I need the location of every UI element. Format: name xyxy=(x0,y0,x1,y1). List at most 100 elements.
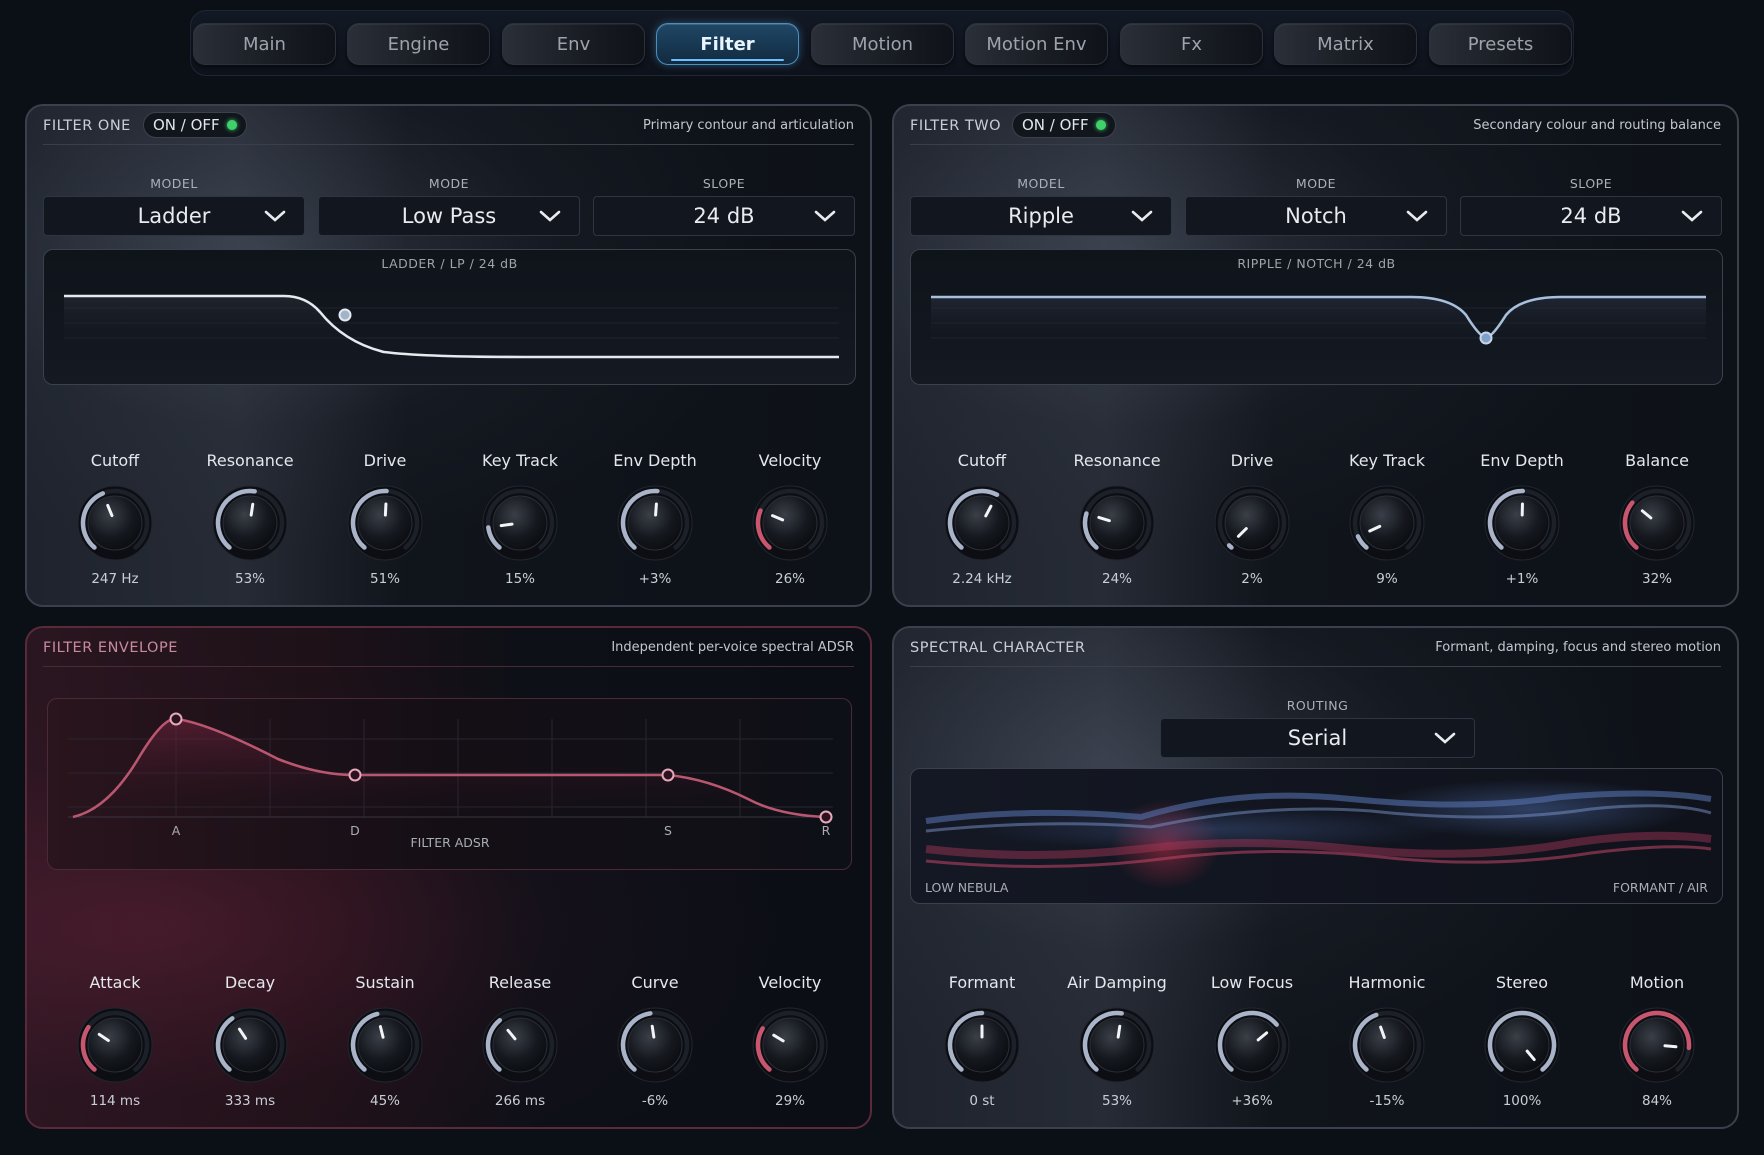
filter-envelope-subtitle: Independent per-voice spectral ADSR xyxy=(611,640,854,655)
knob-env-depth[interactable]: Env Depth +3% xyxy=(595,451,715,587)
knob-value: 114 ms xyxy=(89,1093,141,1109)
knob-label: Formant xyxy=(948,973,1016,992)
knob-dial[interactable] xyxy=(615,1005,695,1085)
tab-env[interactable]: Env xyxy=(502,23,645,65)
slope-select[interactable]: 24 dB xyxy=(593,196,855,236)
knob-drive[interactable]: Drive 2% xyxy=(1192,451,1312,587)
knob-env-depth[interactable]: Env Depth +1% xyxy=(1462,451,1582,587)
notch-handle[interactable] xyxy=(1479,331,1493,345)
filter-two-subtitle: Secondary colour and routing balance xyxy=(1473,118,1721,133)
tab-fx[interactable]: Fx xyxy=(1120,23,1263,65)
knob-cap xyxy=(492,1017,548,1073)
knob-key-track[interactable]: Key Track 9% xyxy=(1327,451,1447,587)
knob-label: Air Damping xyxy=(1067,973,1167,992)
knob-dial[interactable] xyxy=(480,483,560,563)
knob-value: 51% xyxy=(369,571,400,587)
knob-resonance[interactable]: Resonance 53% xyxy=(190,451,310,587)
model-select[interactable]: Ripple xyxy=(910,196,1172,236)
knob-resonance[interactable]: Resonance 24% xyxy=(1057,451,1177,587)
slope-select[interactable]: 24 dB xyxy=(1460,196,1722,236)
knob-dial[interactable] xyxy=(942,1005,1022,1085)
knob-velocity[interactable]: Velocity 29% xyxy=(730,973,850,1109)
knob-balance[interactable]: Balance 32% xyxy=(1597,451,1717,587)
knob-cap xyxy=(1089,1017,1145,1073)
knob-harmonic[interactable]: Harmonic -15% xyxy=(1327,973,1447,1109)
knob-cap xyxy=(1494,1017,1550,1073)
attack-handle[interactable] xyxy=(169,712,183,726)
knob-dial[interactable] xyxy=(1617,1005,1697,1085)
knob-dial[interactable] xyxy=(75,483,155,563)
tab-motion-env[interactable]: Motion Env xyxy=(965,23,1108,65)
knob-motion[interactable]: Motion 84% xyxy=(1597,973,1717,1109)
mode-select[interactable]: Notch xyxy=(1185,196,1447,236)
knob-dial[interactable] xyxy=(345,483,425,563)
knob-dial[interactable] xyxy=(750,1005,830,1085)
knob-formant[interactable]: Formant 0 st xyxy=(922,973,1042,1109)
toggle-label: ON / OFF xyxy=(153,116,220,134)
filter-two-power-toggle[interactable]: ON / OFF xyxy=(1012,112,1116,138)
knob-cutoff[interactable]: Cutoff 2.24 kHz xyxy=(922,451,1042,587)
mode-select[interactable]: Low Pass xyxy=(318,196,580,236)
model-select[interactable]: Ladder xyxy=(43,196,305,236)
knob-velocity[interactable]: Velocity 26% xyxy=(730,451,850,587)
knob-value: 53% xyxy=(234,571,265,587)
knob-curve[interactable]: Curve -6% xyxy=(595,973,715,1109)
chevron-down-icon xyxy=(539,210,561,222)
knob-dial[interactable] xyxy=(750,483,830,563)
knob-dial[interactable] xyxy=(1482,483,1562,563)
knob-value: -6% xyxy=(641,1093,669,1109)
tab-motion[interactable]: Motion xyxy=(811,23,954,65)
chevron-down-icon xyxy=(1406,210,1428,222)
knob-cap xyxy=(954,495,1010,551)
knob-dial[interactable] xyxy=(210,483,290,563)
knob-dial[interactable] xyxy=(1212,483,1292,563)
knob-dial[interactable] xyxy=(1077,1005,1157,1085)
tab-main[interactable]: Main xyxy=(193,23,336,65)
filter-one-power-toggle[interactable]: ON / OFF xyxy=(143,112,247,138)
knob-dial[interactable] xyxy=(480,1005,560,1085)
knob-sustain[interactable]: Sustain 45% xyxy=(325,973,445,1109)
knob-label: Drive xyxy=(1230,451,1274,470)
filter-one-response-graph[interactable]: LADDER / LP / 24 dB xyxy=(43,249,856,385)
knob-dial[interactable] xyxy=(942,483,1022,563)
knob-air-damping[interactable]: Air Damping 53% xyxy=(1057,973,1177,1109)
release-handle[interactable] xyxy=(819,810,833,824)
knob-low-focus[interactable]: Low Focus +36% xyxy=(1192,973,1312,1109)
knob-attack[interactable]: Attack 114 ms xyxy=(55,973,175,1109)
knob-dial[interactable] xyxy=(1077,483,1157,563)
cutoff-handle[interactable] xyxy=(338,308,352,322)
knob-key-track[interactable]: Key Track 15% xyxy=(460,451,580,587)
routing-value: Serial xyxy=(1287,726,1348,750)
sustain-handle[interactable] xyxy=(661,768,675,782)
knob-value: 24% xyxy=(1101,571,1132,587)
knob-drive[interactable]: Drive 51% xyxy=(325,451,445,587)
knob-value-arc xyxy=(1226,543,1234,550)
knob-value: 100% xyxy=(1502,1093,1542,1109)
knob-dial[interactable] xyxy=(1482,1005,1562,1085)
knob-stereo[interactable]: Stereo 100% xyxy=(1462,973,1582,1109)
routing-select[interactable]: Serial xyxy=(1160,718,1475,758)
knob-dial[interactable] xyxy=(1347,1005,1427,1085)
tab-filter[interactable]: Filter xyxy=(656,23,799,65)
power-led-icon xyxy=(227,120,237,130)
knob-decay[interactable]: Decay 333 ms xyxy=(190,973,310,1109)
knob-pointer xyxy=(1116,1024,1122,1039)
knob-dial[interactable] xyxy=(615,483,695,563)
filter-two-response-graph[interactable]: RIPPLE / NOTCH / 24 dB xyxy=(910,249,1723,385)
envelope-graph[interactable]: A D S R FILTER ADSR xyxy=(47,698,852,870)
knob-cutoff[interactable]: Cutoff 247 Hz xyxy=(55,451,175,587)
decay-handle[interactable] xyxy=(348,768,362,782)
knob-dial[interactable] xyxy=(1617,483,1697,563)
tab-engine[interactable]: Engine xyxy=(347,23,490,65)
knob-dial[interactable] xyxy=(1212,1005,1292,1085)
knob-dial[interactable] xyxy=(75,1005,155,1085)
knob-dial[interactable] xyxy=(1347,483,1427,563)
knob-dial[interactable] xyxy=(210,1005,290,1085)
knob-release[interactable]: Release 266 ms xyxy=(460,973,580,1109)
knob-label: Env Depth xyxy=(1480,451,1564,470)
knob-cap xyxy=(87,495,143,551)
knob-dial[interactable] xyxy=(345,1005,425,1085)
tab-matrix[interactable]: Matrix xyxy=(1274,23,1417,65)
tab-presets[interactable]: Presets xyxy=(1429,23,1572,65)
knob-value: 2% xyxy=(1241,571,1263,587)
